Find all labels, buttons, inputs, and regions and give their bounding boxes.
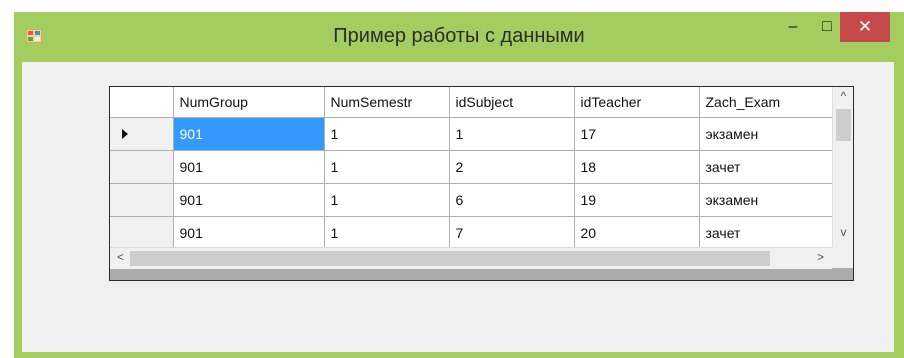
grid-cell[interactable]: 901: [173, 183, 325, 217]
column-header[interactable]: idSubject: [449, 87, 575, 118]
corner-header[interactable]: [110, 87, 174, 118]
table-row: 901 1 6 19 экзамен: [110, 183, 833, 217]
title-bar[interactable]: Пример работы с данными – □ ✕: [14, 12, 904, 62]
grid-cell[interactable]: 2: [449, 150, 575, 184]
maximize-button[interactable]: □: [812, 12, 842, 42]
grid-cell[interactable]: зачет: [699, 150, 833, 184]
close-button[interactable]: ✕: [840, 12, 890, 42]
window-title: Пример работы с данными: [333, 25, 585, 47]
vertical-scroll-thumb[interactable]: [836, 109, 851, 141]
grid-cell[interactable]: 901: [173, 117, 325, 151]
scroll-left-arrow-icon[interactable]: <: [110, 250, 131, 264]
grid-cell[interactable]: 901: [173, 150, 325, 184]
grid-cell[interactable]: экзамен: [699, 117, 833, 151]
column-header[interactable]: Zach_Exam: [699, 87, 833, 118]
grid-cell[interactable]: 1: [324, 216, 450, 250]
column-header[interactable]: NumGroup: [173, 87, 325, 118]
row-header[interactable]: [110, 150, 174, 184]
row-header[interactable]: [110, 117, 174, 151]
grid-cell[interactable]: 1: [324, 150, 450, 184]
form-client-area: NumGroup NumSemestr idSubject idTeacher …: [22, 62, 894, 352]
scroll-right-arrow-icon[interactable]: >: [810, 250, 831, 264]
column-header[interactable]: idTeacher: [574, 87, 700, 118]
grid-cell[interactable]: 19: [574, 183, 700, 217]
grid-cell[interactable]: 7: [449, 216, 575, 250]
grid-cell[interactable]: 6: [449, 183, 575, 217]
table-row: 901 1 2 18 зачет: [110, 150, 833, 184]
grid-cell[interactable]: 1: [324, 183, 450, 217]
grid-cell[interactable]: 1: [324, 117, 450, 151]
grid-cell[interactable]: зачет: [699, 216, 833, 250]
row-header[interactable]: [110, 183, 174, 217]
grid-table: NumGroup NumSemestr idSubject idTeacher …: [110, 87, 833, 250]
grid-cell[interactable]: 1: [449, 117, 575, 151]
vertical-scrollbar[interactable]: ^ v: [832, 87, 853, 247]
grid-cell[interactable]: 17: [574, 117, 700, 151]
horizontal-scroll-thumb[interactable]: [130, 251, 770, 266]
grid-cell[interactable]: 901: [173, 216, 325, 250]
current-row-icon: [122, 128, 128, 139]
scroll-up-arrow-icon[interactable]: ^: [833, 89, 853, 103]
grid-cell[interactable]: экзамен: [699, 183, 833, 217]
table-row: 901 1 7 20 зачет: [110, 216, 833, 250]
horizontal-scrollbar[interactable]: < >: [110, 247, 832, 269]
grid-cell[interactable]: 18: [574, 150, 700, 184]
grid-cell[interactable]: 20: [574, 216, 700, 250]
scroll-down-arrow-icon[interactable]: v: [833, 225, 853, 239]
app-window: Пример работы с данными – □ ✕ NumGroup N…: [14, 12, 904, 358]
column-header[interactable]: NumSemestr: [324, 87, 450, 118]
scrollbar-corner: [832, 247, 853, 268]
table-row: 901 1 1 17 экзамен: [110, 117, 833, 151]
row-header[interactable]: [110, 216, 174, 250]
header-row: NumGroup NumSemestr idSubject idTeacher …: [110, 87, 833, 118]
data-grid[interactable]: NumGroup NumSemestr idSubject idTeacher …: [109, 86, 854, 281]
minimize-button[interactable]: –: [778, 12, 808, 42]
